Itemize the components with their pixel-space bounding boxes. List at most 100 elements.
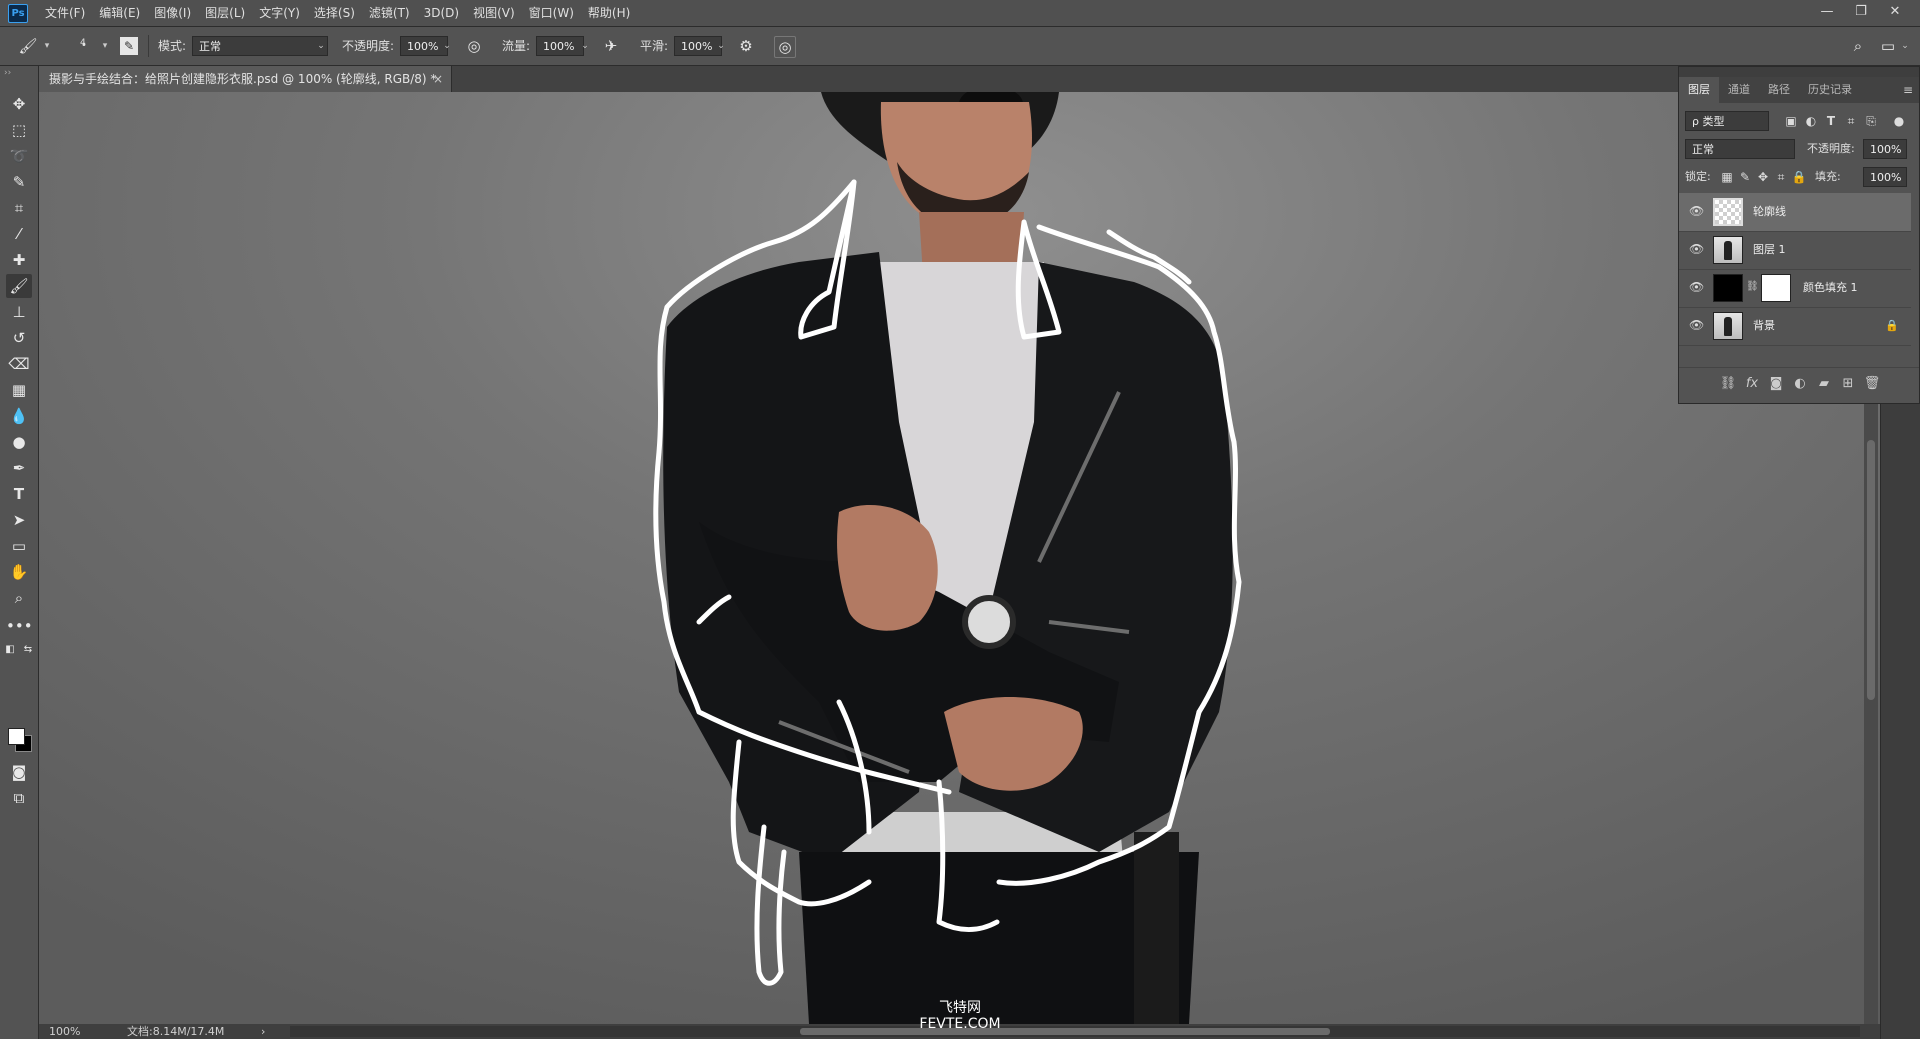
menu-select[interactable]: 选择(S) — [307, 0, 362, 26]
vertical-scrollbar-thumb[interactable] — [1867, 440, 1875, 700]
hand-tool-icon[interactable]: ✋ — [6, 560, 32, 584]
lock-image-icon[interactable]: ✎ — [1737, 167, 1753, 187]
airbrush-icon[interactable]: ✈ — [601, 36, 621, 56]
panel-header[interactable] — [1679, 67, 1919, 77]
quick-mask-icon[interactable]: ◙ — [6, 760, 32, 784]
visibility-eye-icon[interactable]: 👁 — [1689, 242, 1704, 256]
filter-pixel-icon[interactable]: ▣ — [1783, 111, 1799, 131]
crop-tool-icon[interactable]: ⌗ — [6, 196, 32, 220]
tab-paths[interactable]: 路径 — [1759, 77, 1799, 103]
search-icon[interactable]: ⌕ — [1848, 36, 1868, 56]
pressure-opacity-icon[interactable]: ◎ — [464, 36, 484, 56]
gradient-tool-icon[interactable]: ▦ — [6, 378, 32, 402]
document-tab[interactable]: 摄影与手绘结合：给照片创建隐形衣服.psd @ 100% (轮廓线, RGB/8… — [39, 66, 452, 92]
screen-mode-icon[interactable]: ⧉ — [6, 786, 32, 810]
filter-toggle-icon[interactable]: ● — [1891, 111, 1907, 131]
menu-filter[interactable]: 滤镜(T) — [362, 0, 417, 26]
pressure-size-icon[interactable]: ◎ — [774, 36, 796, 58]
pen-tool-icon[interactable]: ✒ — [6, 456, 32, 480]
clone-stamp-tool-icon[interactable]: ⊥ — [6, 300, 32, 324]
history-brush-tool-icon[interactable]: ↺ — [6, 326, 32, 350]
add-mask-icon[interactable]: ◙ — [1767, 376, 1785, 391]
healing-brush-tool-icon[interactable]: ✚ — [6, 248, 32, 272]
menu-file[interactable]: 文件(F) — [38, 0, 92, 26]
adjustment-layer-icon[interactable]: ◐ — [1791, 376, 1809, 391]
filter-smart-object-icon[interactable]: ⎘ — [1863, 111, 1879, 131]
mask-link-icon[interactable]: ⛓ — [1746, 281, 1759, 292]
brush-picker-dropdown-icon[interactable]: ▾ — [98, 36, 112, 56]
layer-row-layer1[interactable]: 👁 图层 1 — [1679, 231, 1911, 270]
filter-type-icon[interactable]: T — [1823, 111, 1839, 131]
path-selection-tool-icon[interactable]: ➤ — [6, 508, 32, 532]
workspace-icon[interactable]: ▭ — [1878, 36, 1898, 56]
document-canvas[interactable] — [39, 92, 1880, 1024]
new-layer-icon[interactable]: ⊞ — [1839, 376, 1857, 391]
visibility-eye-icon[interactable]: 👁 — [1689, 204, 1704, 218]
dodge-tool-icon[interactable]: ● — [6, 430, 32, 454]
foreground-color-swatch[interactable] — [8, 728, 25, 745]
workspace-dropdown-icon[interactable]: ⌄ — [1898, 36, 1912, 56]
lock-position-icon[interactable]: ✥ — [1755, 167, 1771, 187]
lock-transparent-icon[interactable]: ▦ — [1719, 167, 1735, 187]
layer-row-outline[interactable]: 👁 轮廓线 — [1679, 193, 1911, 232]
mode-dropdown-icon[interactable]: ⌄ — [314, 36, 328, 56]
layer-row-color-fill[interactable]: 👁 ⛓ 颜色填充 1 — [1679, 269, 1911, 308]
type-tool-icon[interactable]: T — [6, 482, 32, 506]
panel-menu-icon[interactable]: ≡ — [1903, 77, 1913, 103]
layer-row-background[interactable]: 👁 背景 🔒 — [1679, 307, 1911, 346]
smoothing-settings-gear-icon[interactable]: ⚙ — [736, 36, 756, 56]
status-menu-arrow-icon[interactable]: › — [261, 1024, 265, 1039]
brush-settings-panel-icon[interactable]: ✎ — [120, 37, 138, 55]
link-layers-icon[interactable]: ⛓ — [1719, 376, 1737, 391]
fill-input[interactable]: 100% — [1863, 167, 1907, 187]
tab-layers[interactable]: 图层 — [1679, 77, 1719, 103]
menu-3d[interactable]: 3D(D) — [417, 0, 466, 26]
brush-tool-icon[interactable]: 🖌 — [6, 274, 32, 298]
menu-layer[interactable]: 图层(L) — [198, 0, 252, 26]
layer-filter-select[interactable]: ρ 类型 — [1685, 111, 1769, 131]
layer-mask-thumbnail[interactable] — [1761, 274, 1791, 302]
blend-mode-select[interactable]: 正常 — [1685, 139, 1795, 159]
more-tools-icon[interactable]: ••• — [6, 614, 33, 638]
opacity-dropdown-icon[interactable]: ⌄ — [440, 36, 454, 56]
flow-dropdown-icon[interactable]: ⌄ — [578, 36, 592, 56]
tab-history[interactable]: 历史记录 — [1799, 77, 1861, 103]
menu-window[interactable]: 窗口(W) — [522, 0, 581, 26]
new-group-folder-icon[interactable]: ▰ — [1815, 376, 1833, 391]
menu-image[interactable]: 图像(I) — [147, 0, 198, 26]
tool-preset-dropdown-icon[interactable]: ▾ — [40, 36, 54, 56]
layer-style-fx-icon[interactable]: fx — [1743, 376, 1761, 391]
menu-edit[interactable]: 编辑(E) — [92, 0, 147, 26]
lasso-tool-icon[interactable]: ➰ — [6, 144, 32, 168]
rectangle-tool-icon[interactable]: ▭ — [6, 534, 32, 558]
horizontal-scrollbar-thumb[interactable] — [800, 1028, 1330, 1035]
menu-help[interactable]: 帮助(H) — [581, 0, 637, 26]
eraser-tool-icon[interactable]: ⌫ — [6, 352, 32, 376]
visibility-eye-icon[interactable]: 👁 — [1689, 318, 1704, 332]
minimize-button[interactable]: — — [1810, 0, 1844, 26]
flow-input[interactable]: 100% — [536, 36, 584, 56]
delete-layer-trash-icon[interactable]: 🗑 — [1863, 376, 1881, 391]
horizontal-scrollbar[interactable] — [290, 1026, 1860, 1037]
move-tool-icon[interactable]: ✥ — [6, 92, 32, 116]
menu-view[interactable]: 视图(V) — [466, 0, 522, 26]
zoom-level[interactable]: 100% — [49, 1024, 80, 1039]
visibility-eye-icon[interactable]: 👁 — [1689, 280, 1704, 294]
swap-colors-icon[interactable]: ⇆ — [20, 638, 36, 662]
lock-artboard-icon[interactable]: ⌗ — [1773, 167, 1789, 187]
vertical-scrollbar[interactable] — [1864, 400, 1878, 1024]
tab-channels[interactable]: 通道 — [1719, 77, 1759, 103]
menu-type[interactable]: 文字(Y) — [252, 0, 307, 26]
layer-opacity-input[interactable]: 100% — [1863, 139, 1907, 159]
zoom-tool-icon[interactable]: ⌕ — [6, 586, 32, 610]
eyedropper-tool-icon[interactable]: ⁄ — [6, 222, 32, 246]
blur-tool-icon[interactable]: 💧 — [6, 404, 32, 428]
close-document-icon[interactable]: × — [433, 66, 443, 92]
smooth-dropdown-icon[interactable]: ⌄ — [714, 36, 728, 56]
quick-select-tool-icon[interactable]: ✎ — [6, 170, 32, 194]
filter-shape-icon[interactable]: ⌗ — [1843, 111, 1859, 131]
close-window-button[interactable]: ✕ — [1878, 0, 1912, 26]
filter-adjustment-icon[interactable]: ◐ — [1803, 111, 1819, 131]
marquee-tool-icon[interactable]: ⬚ — [6, 118, 32, 142]
lock-all-icon[interactable]: 🔒 — [1791, 167, 1807, 187]
